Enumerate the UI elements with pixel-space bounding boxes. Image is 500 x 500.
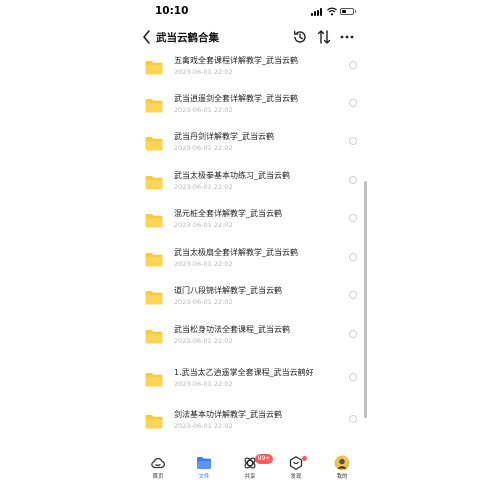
select-radio[interactable] [349,137,357,145]
folder-icon [145,137,163,151]
tab-label: 首页 [152,474,164,480]
select-radio[interactable] [349,214,357,222]
file-list: 五禽戏全套课程详解教学_武当云鹤 2023-06-01 22:02 武当逍遥剑全… [0,0,500,440]
folder-icon [197,457,211,469]
folder-icon [145,373,163,387]
select-radio[interactable] [349,373,357,381]
select-radio[interactable] [349,415,357,423]
folder-name: 剑法基本功详解教学_武当云鹤 [174,410,282,419]
select-radio[interactable] [349,99,357,107]
select-radio[interactable] [349,253,357,261]
folder-item[interactable]: 武当太极扇全套详解教学_武当云鹤 2023-06-01 22:02 [140,243,362,279]
folder-date: 2023-06-01 22:02 [174,380,233,388]
share-badge: 99+ [255,454,273,464]
folder-item[interactable]: 武当松身功法全套课程_武当云鹤 2023-06-01 22:02 [140,320,362,356]
folder-item[interactable]: 1.武当太乙逍遥掌全套课程_武当云鹤好 2023-06-01 22:02 [140,363,362,399]
folder-date: 2023-06-01 22:02 [174,422,233,430]
tab-bar: 首页 文件 共享 发现 我的 [0,448,500,488]
avatar-icon [334,455,350,471]
folder-icon [145,291,163,305]
folder-item[interactable]: 武当太极拳基本功练习_武当云鹤 2023-06-01 22:02 [140,166,362,202]
folder-name: 1.武当太乙逍遥掌全套课程_武当云鹤好 [174,368,314,377]
folder-item[interactable]: 道门八段锦详解教学_武当云鹤 2023-06-01 22:02 [140,281,362,317]
folder-name: 五禽戏全套课程详解教学_武当云鹤 [174,56,298,65]
folder-icon [145,415,163,429]
tab-me[interactable]: 我的 [322,448,362,484]
folder-item[interactable]: 混元桩全套详解教学_武当云鹤 2023-06-01 22:02 [140,204,362,240]
folder-name: 武当逍遥剑全套详解教学_武当云鹤 [174,94,298,103]
folder-name: 混元桩全套详解教学_武当云鹤 [174,209,282,218]
folder-icon [145,176,163,190]
folder-icon [145,330,163,344]
folder-name: 道门八段锦详解教学_武当云鹤 [174,286,282,295]
folder-name: 武当松身功法全套课程_武当云鹤 [174,325,290,334]
folder-icon [145,253,163,267]
folder-item[interactable]: 武当丹剑详解教学_武当云鹤 2023-06-01 22:02 [140,127,362,163]
tab-home[interactable]: 首页 [138,448,178,484]
folder-item[interactable]: 武当逍遥剑全套详解教学_武当云鹤 2023-06-01 22:02 [140,89,362,125]
tab-files[interactable]: 文件 [184,448,224,484]
select-radio[interactable] [349,291,357,299]
folder-name: 武当丹剑详解教学_武当云鹤 [174,132,274,141]
folder-icon [145,61,163,75]
tab-label: 我的 [336,474,348,480]
folder-name: 武当太极拳基本功练习_武当云鹤 [174,171,290,180]
folder-date: 2023-06-01 22:02 [174,337,233,345]
tab-label: 文件 [198,474,210,480]
folder-date: 2023-06-01 22:02 [174,298,233,306]
folder-item[interactable]: 剑法基本功详解教学_武当云鹤 2023-06-01 22:02 [140,405,362,441]
tab-label: 发现 [290,474,302,480]
cloud-home-icon [151,458,165,469]
folder-icon [145,99,163,113]
folder-name: 武当太极扇全套详解教学_武当云鹤 [174,248,298,257]
folder-icon [145,214,163,228]
select-radio[interactable] [349,176,357,184]
folder-date: 2023-06-01 22:02 [174,221,233,229]
folder-item[interactable]: 五禽戏全套课程详解教学_武当云鹤 2023-06-01 22:02 [140,51,362,87]
folder-date: 2023-06-01 22:02 [174,68,233,76]
notification-dot [302,456,307,461]
folder-date: 2023-06-01 22:02 [174,183,233,191]
tab-label: 共享 [244,474,256,480]
select-radio[interactable] [349,61,357,69]
folder-date: 2023-06-01 22:02 [174,144,233,152]
tab-discover[interactable]: 发现 [276,448,316,484]
folder-date: 2023-06-01 22:02 [174,106,233,114]
scrollbar[interactable] [364,181,367,418]
folder-date: 2023-06-01 22:02 [174,260,233,268]
select-radio[interactable] [349,330,357,338]
